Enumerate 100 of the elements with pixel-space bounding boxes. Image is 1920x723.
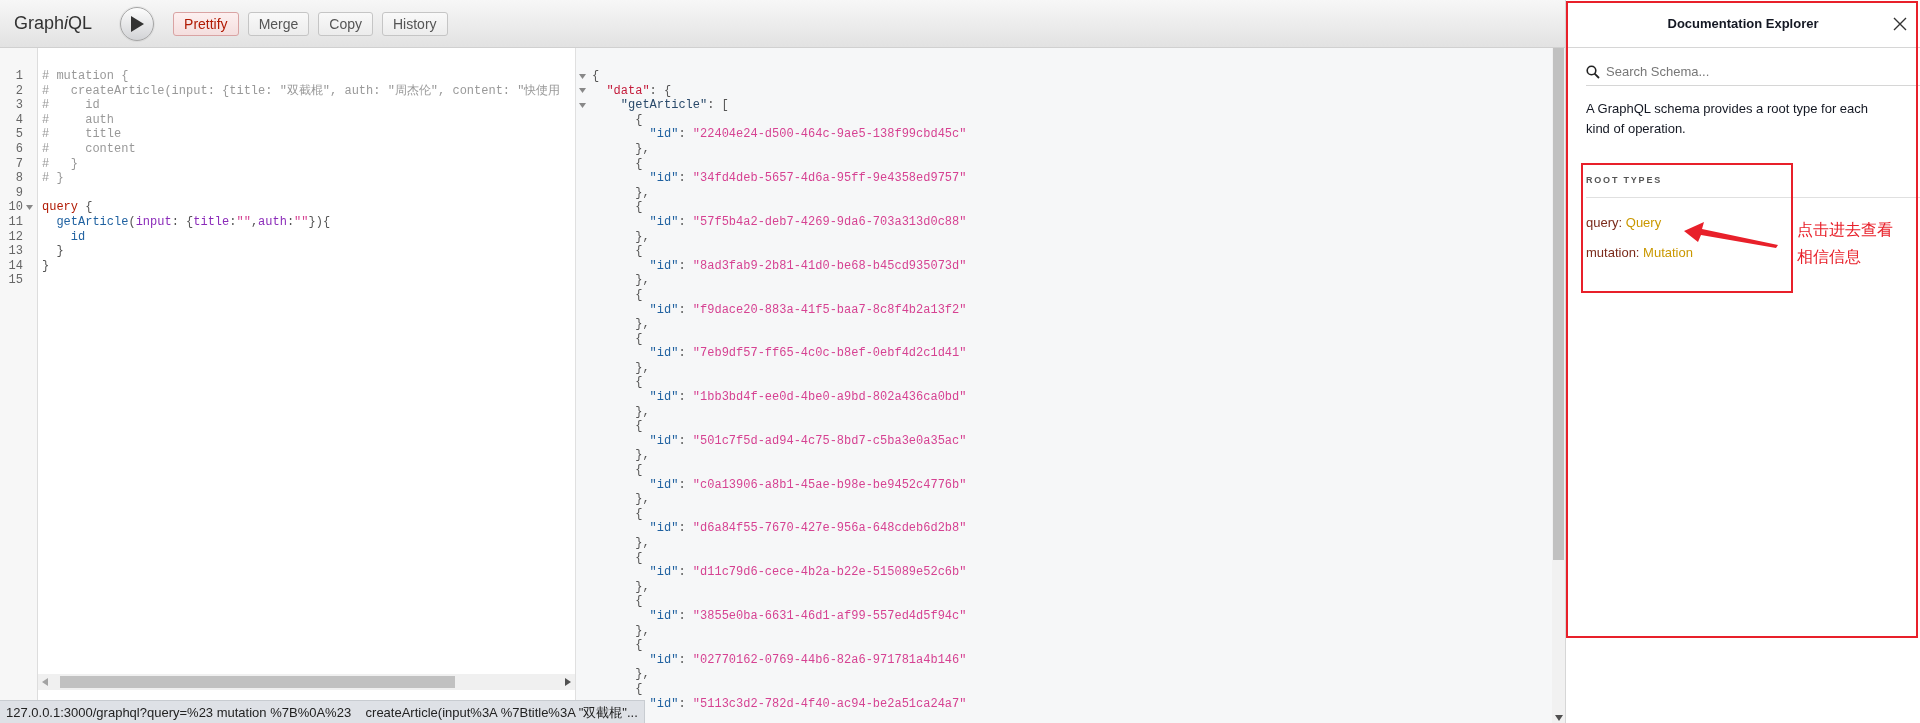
line-number: 13 xyxy=(7,244,23,259)
close-button[interactable] xyxy=(1892,15,1908,32)
code-line: query { xyxy=(41,200,93,215)
toolbar-button[interactable]: History xyxy=(382,11,448,36)
code-line: { xyxy=(634,681,643,697)
line-number: 14 xyxy=(7,258,23,274)
code-line: } xyxy=(41,258,50,274)
line-number: 1 xyxy=(14,69,23,84)
search-field[interactable]: Search Schema... xyxy=(1606,61,1920,82)
code-line: "id": "c0a13906-a8b1-45ae-b98e-be9452c4776b" xyxy=(648,477,967,493)
code-line: # id xyxy=(41,98,100,113)
code-line: { xyxy=(634,594,643,609)
line-number: 15 xyxy=(7,273,23,288)
code-line: # } xyxy=(41,171,64,186)
code-line: # } xyxy=(41,156,78,172)
toolbar-button[interactable]: Merge xyxy=(247,11,310,36)
code-line: }, xyxy=(634,492,650,507)
toolbar-button[interactable]: Copy xyxy=(318,11,373,36)
line-number: 5 xyxy=(14,127,23,142)
code-line: { xyxy=(634,331,643,347)
code-line: "id": "d6a84f55-7670-427e-956a-648cdeb6d2b8" xyxy=(648,521,967,536)
code-line: "id": "501c7f5d-ad94-4c75-8bd7-c5ba3e0a35ac" xyxy=(648,433,967,449)
code-line: }, xyxy=(634,141,650,157)
app-logo: GraphiQL xyxy=(14,12,93,35)
field-name: query: xyxy=(1586,214,1623,230)
line-number: 8 xyxy=(14,171,23,186)
code-line: { xyxy=(634,375,643,391)
code-line: }, xyxy=(634,185,650,201)
fold-arrow-icon[interactable] xyxy=(25,205,33,211)
code-line: id xyxy=(69,229,86,245)
code-line: "id": "1bb3bd4f-ee0d-4be0-a9bd-802a436ca0bd" xyxy=(648,390,967,405)
code-line: { xyxy=(634,638,643,653)
code-line: }, xyxy=(634,667,650,682)
code-line: "getArticle": [ xyxy=(619,98,729,113)
code-line: }, xyxy=(634,623,650,639)
section-heading: ROOT TYPES xyxy=(1586,174,1920,198)
code-line: "id": "5113c3d2-782d-4f40-ac94-be2a51ca24a7" xyxy=(648,696,967,712)
code-line: { xyxy=(634,112,643,128)
code-line: "id": "57f5b4a2-deb7-4269-9da6-703a313d0c88" xyxy=(648,214,967,230)
code-line: { xyxy=(634,200,643,215)
code-line: }, xyxy=(634,579,650,595)
status-bar-url: 127.0.0.1:3000/graphql?query=%23 mutation %7B%0A%23 createArticle(input%3A %7Btitle%3A "双截棍"... xyxy=(0,700,645,723)
code-line: "id": "f9dace20-883a-41f5-baa7-8c8f4b2a13f2" xyxy=(648,302,967,318)
scroll-right-arrow-icon[interactable] xyxy=(565,678,571,686)
description-text: A GraphQL schema provides a root type for each kind of operation. xyxy=(1586,100,1870,138)
code-line: { xyxy=(591,69,600,84)
panel-title: Documentation Explorer xyxy=(1666,14,1820,33)
run-button[interactable] xyxy=(120,6,155,41)
fold-arrow-icon[interactable] xyxy=(578,73,586,79)
code-line: { xyxy=(634,550,643,566)
code-line: "id": "7eb9df57-ff65-4c0c-b8ef-0ebf4d2c1d41" xyxy=(648,346,967,361)
code-line: # mutation { xyxy=(41,69,129,84)
code-line: }, xyxy=(634,536,650,551)
line-number: 4 xyxy=(14,112,23,128)
play-icon xyxy=(130,15,145,32)
horizontal-scrollbar[interactable] xyxy=(38,674,575,690)
line-number: 3 xyxy=(14,98,23,113)
annotation-note: 点击进去查看相信信息 xyxy=(1797,220,1894,267)
code-line: # auth xyxy=(41,112,114,128)
code-line: }, xyxy=(634,229,650,245)
line-number: 12 xyxy=(7,229,23,245)
code-line: }, xyxy=(634,273,650,288)
code-line: "id": "d11c79d6-cece-4b2a-b22e-515089e52c6b" xyxy=(648,565,967,580)
line-number: 11 xyxy=(7,214,23,230)
scrollbar-thumb[interactable] xyxy=(1553,48,1564,560)
line-number: 9 xyxy=(14,185,23,201)
line-number: 10 xyxy=(7,200,23,215)
code-line: }, xyxy=(634,404,650,420)
code-line: "id": "34fd4deb-5657-4d6a-95ff-9e4358ed9757" xyxy=(648,171,967,186)
scrollbar-thumb[interactable] xyxy=(60,676,455,688)
code-line: "id": "02770162-0769-44b6-82a6-971781a4b146" xyxy=(648,652,967,668)
code-line: getArticle(input: {title:"",auth:""}){ xyxy=(55,214,331,230)
line-number: 6 xyxy=(14,141,23,157)
vertical-scrollbar[interactable] xyxy=(1552,48,1565,723)
code-line: "id": "22404e24-d500-464c-9ae5-138f99cbd45c" xyxy=(648,127,967,142)
fold-arrow-icon[interactable] xyxy=(578,88,586,94)
code-line: { xyxy=(634,419,643,434)
toolbar-button[interactable]: Prettify xyxy=(173,11,239,36)
code-line: }, xyxy=(634,317,650,332)
field-name: mutation: xyxy=(1586,244,1640,260)
code-line: } xyxy=(55,244,64,259)
code-line: "id": "3855e0ba-6631-46d1-af99-557ed4d5f94c" xyxy=(648,608,967,624)
code-line: # createArticle(input: {title: "双截棍", auth: "周杰伦", content: "快使用 xyxy=(41,83,561,99)
search-icon xyxy=(1586,64,1600,79)
code-line: }, xyxy=(634,448,650,464)
code-line: "id": "8ad3fab9-2b81-41d0-be68-b45cd935073d" xyxy=(648,258,967,274)
code-line: { xyxy=(634,244,643,259)
code-line: { xyxy=(634,463,643,478)
fold-arrow-icon[interactable] xyxy=(578,103,586,108)
line-number: 2 xyxy=(14,83,23,99)
code-line: "data": { xyxy=(605,83,672,99)
code-line: { xyxy=(634,506,643,522)
code-line: { xyxy=(634,156,643,172)
code-line: { xyxy=(634,287,643,303)
code-line: # title xyxy=(41,127,122,142)
code-line: # content xyxy=(41,141,136,157)
line-number: 7 xyxy=(14,156,23,172)
scroll-down-arrow-icon[interactable] xyxy=(1554,715,1563,721)
scroll-left-arrow-icon[interactable] xyxy=(42,678,48,686)
code-line: }, xyxy=(634,360,650,376)
